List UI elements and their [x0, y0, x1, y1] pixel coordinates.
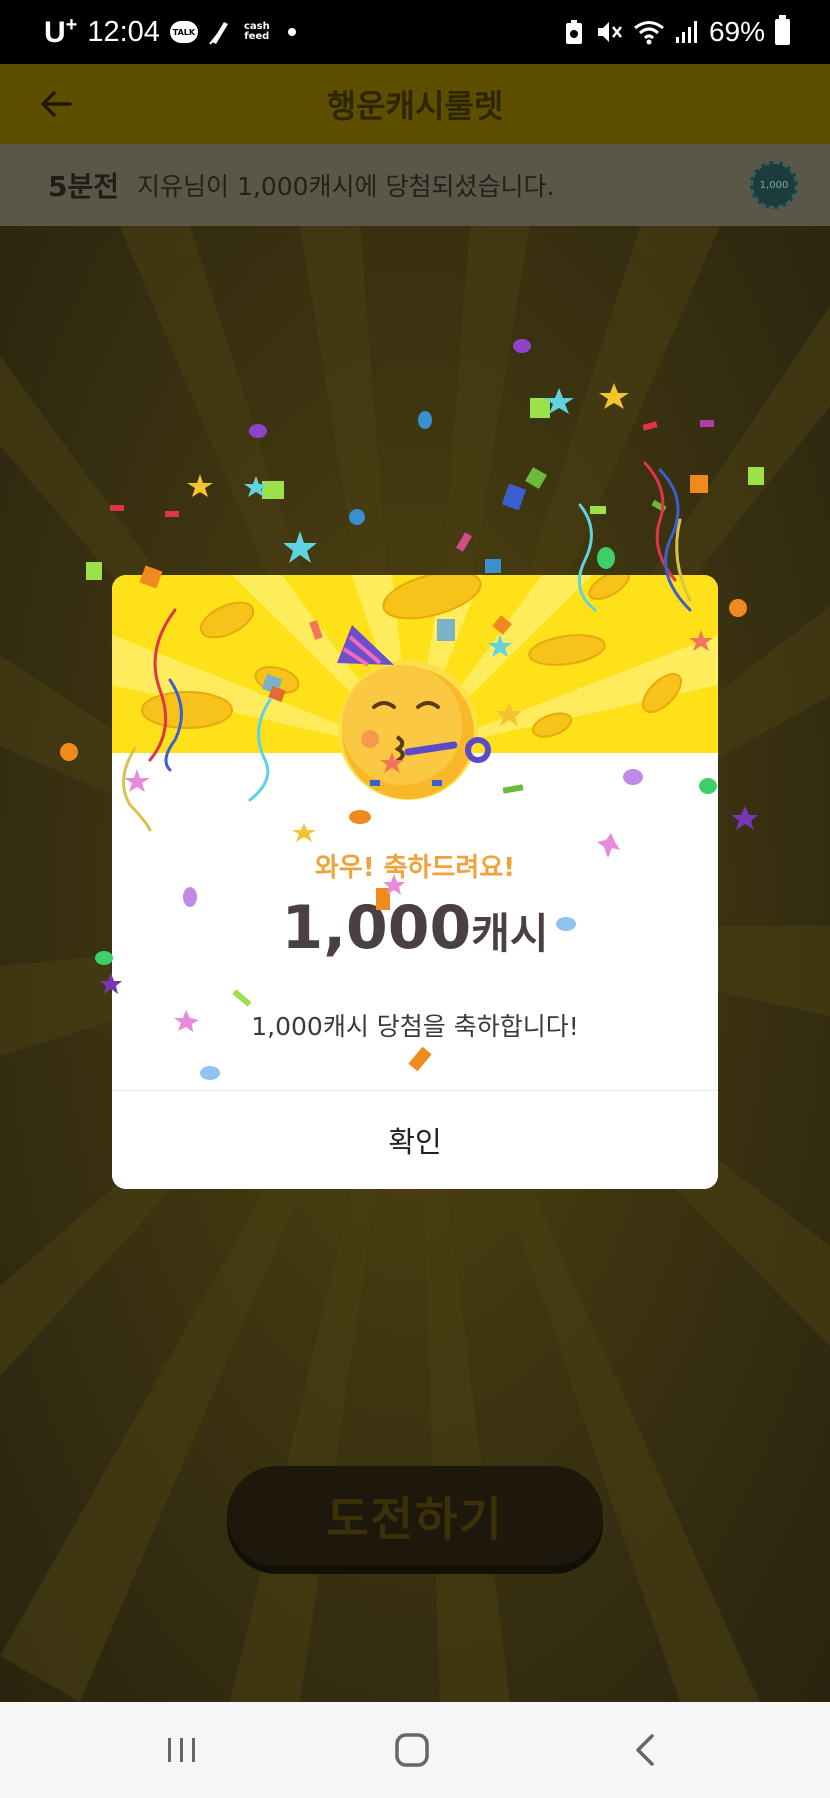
- prize-amount-number: 1,000: [281, 893, 472, 963]
- battery-icon: [775, 15, 790, 45]
- mute-icon: [597, 22, 622, 42]
- challenge-button[interactable]: 도전하기: [227, 1466, 603, 1566]
- cashfeed-icon: cash feed: [243, 21, 270, 42]
- prize-message: 1,000캐시 당첨을 축하합니다!: [251, 1012, 579, 1041]
- carrier-label: U+: [44, 14, 78, 49]
- confirm-button[interactable]: 확인: [112, 1091, 718, 1189]
- pen-icon: [209, 22, 228, 45]
- kakaotalk-icon: TALK: [169, 21, 198, 43]
- home-icon[interactable]: [392, 1730, 432, 1770]
- arrow-left-icon[interactable]: [36, 84, 76, 124]
- signal-icon: [675, 21, 697, 43]
- wifi-icon: [634, 21, 664, 45]
- battery-percent: 69%: [708, 16, 765, 47]
- notification-dot-icon: [287, 28, 296, 36]
- battery-saver-icon: [565, 20, 582, 44]
- chevron-left-icon[interactable]: [626, 1730, 666, 1770]
- status-bar: U+ 12:04 TALK cash feed 69%: [0, 0, 830, 64]
- coin-icon: 1,000: [750, 161, 798, 209]
- recent-apps-icon[interactable]: [162, 1730, 202, 1770]
- gold-coins-illustration: [112, 575, 718, 753]
- prize-amount-unit: 캐시: [471, 909, 549, 958]
- challenge-label: 도전하기: [326, 1492, 504, 1546]
- ticker-time: 5분전: [48, 170, 120, 203]
- dialog-header-banner: [112, 575, 718, 753]
- result-dialog: 와우! 축하드려요! 1,000캐시 1,000캐시 당첨을 축하합니다! 확인: [112, 575, 718, 1189]
- app-bar: 행운캐시룰렛: [0, 64, 830, 144]
- prize-amount: 1,000캐시: [112, 893, 718, 963]
- clock: 12:04: [87, 15, 160, 48]
- navigation-bar: [0, 1702, 830, 1798]
- winner-ticker: 5분전 지유님이 1,000캐시에 당첨되셨습니다. 1,000: [0, 144, 830, 226]
- ticker-message: 지유님이 1,000캐시에 당첨되셨습니다.: [137, 172, 555, 201]
- congrats-heading: 와우! 축하드려요!: [314, 853, 516, 883]
- page-title: 행운캐시룰렛: [326, 87, 504, 125]
